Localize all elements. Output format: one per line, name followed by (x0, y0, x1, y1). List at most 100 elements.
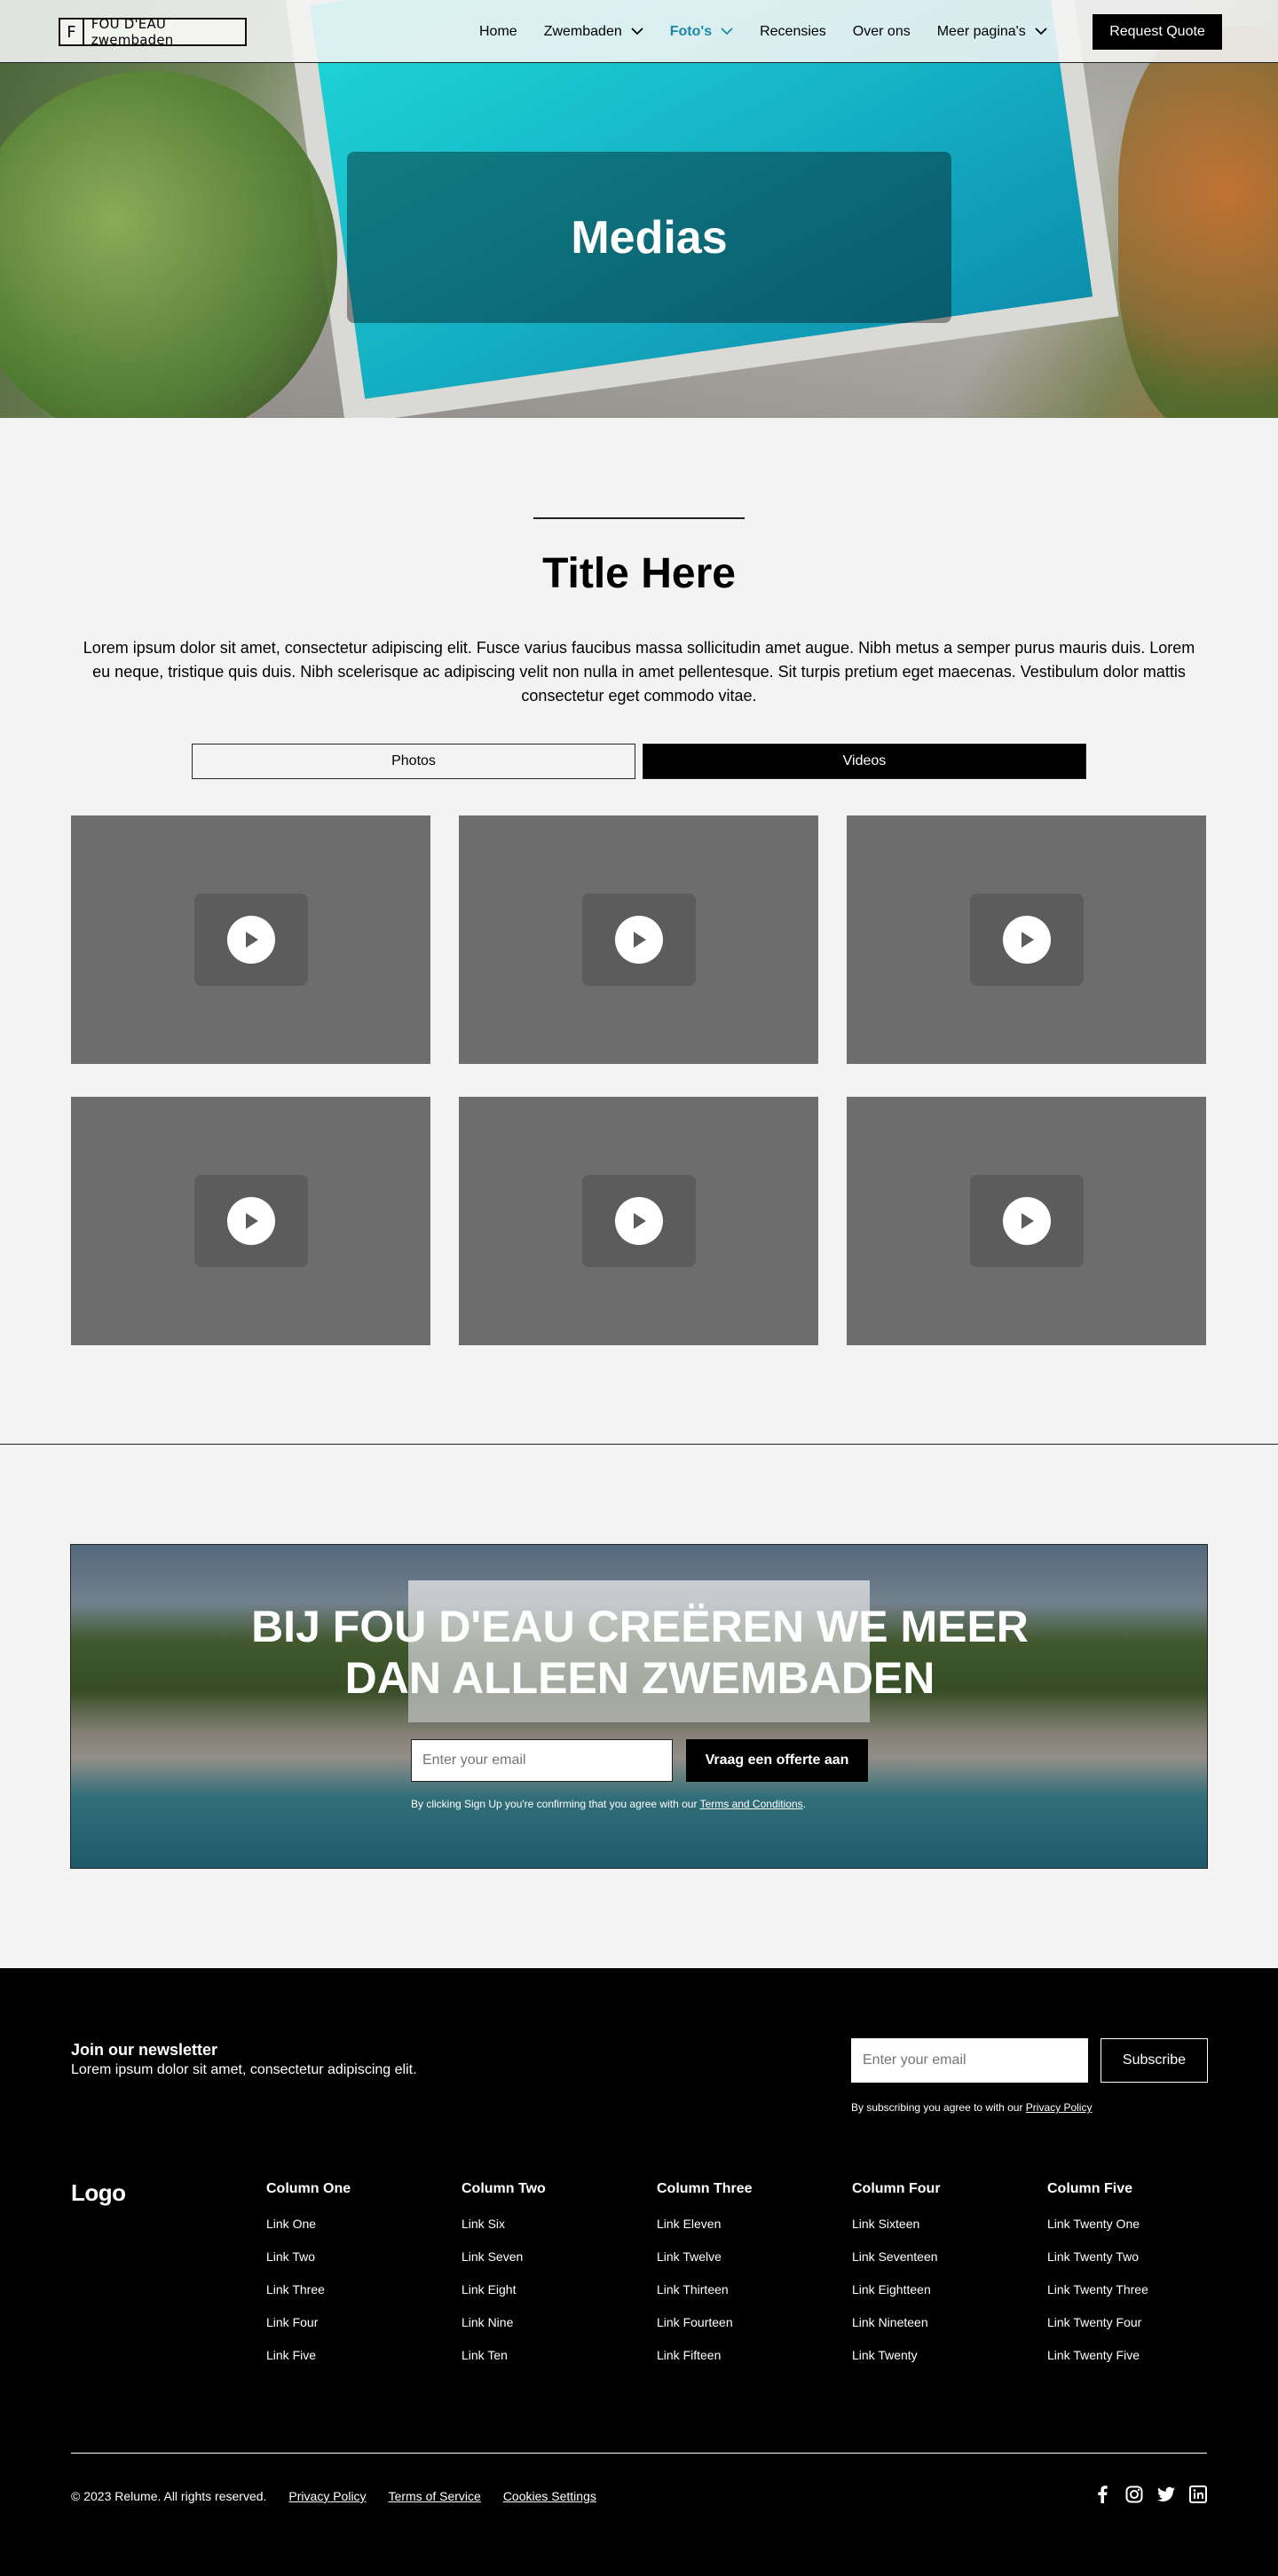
footer-link[interactable]: Link Eight (462, 2282, 639, 2315)
footer-link[interactable]: Link Five (266, 2348, 444, 2381)
nav-item-label: Over ons (852, 23, 911, 39)
copyright: © 2023 Relume. All rights reserved. (71, 2489, 267, 2503)
hero-title: Medias (571, 211, 728, 264)
footer-column-title: Column One (266, 2181, 351, 2196)
title-divider (533, 517, 745, 519)
footer-link[interactable]: Link Twenty Two (1047, 2249, 1225, 2282)
tab-photos[interactable]: Photos (192, 744, 635, 779)
footer-link[interactable]: Link Twenty Five (1047, 2348, 1225, 2381)
footer-link[interactable]: Link Two (266, 2249, 444, 2282)
play-button[interactable] (969, 894, 1084, 986)
section-description: Lorem ipsum dolor sit amet, consectetur … (83, 639, 1195, 705)
logo-mark: F (60, 20, 84, 44)
footer-link[interactable]: Link Eightteen (852, 2282, 1030, 2315)
nav-item-zwembaden[interactable]: Zwembaden (544, 24, 643, 40)
cta-title-line2: DAN ALLEEN ZWEMBADEN (344, 1653, 935, 1703)
footer-link[interactable]: Link One (266, 2217, 444, 2249)
footer-link[interactable]: Link Thirteen (657, 2282, 834, 2315)
footer-link[interactable]: Link Nineteen (852, 2315, 1030, 2348)
nav-item-label: Meer pagina's (936, 23, 1026, 39)
media-tabs: Photos Videos (192, 744, 1086, 779)
footer-column: Column Five Link Twenty One Link Twenty Tw… (1047, 2181, 1225, 2381)
footer-link[interactable]: Link Twenty Four (1047, 2315, 1225, 2348)
video-grid (71, 815, 1207, 1345)
footer-bottom: © 2023 Relume. All rights reserved. Priv… (71, 2489, 596, 2503)
cookies-settings-link[interactable]: Cookies Settings (503, 2489, 596, 2503)
nav-item-meer-pagina-s[interactable]: Meer pagina's (937, 24, 1047, 40)
play-button[interactable] (193, 894, 308, 986)
nav-item-label: Recensies (760, 23, 826, 39)
newsletter-title: Join our newsletter (71, 2041, 218, 2059)
logo-text: FOU D'EAU zwembaden (91, 16, 174, 48)
footer-logo[interactable]: Logo (71, 2179, 126, 2207)
request-offer-button[interactable]: Vraag een offerte aan (686, 1739, 868, 1782)
footer-link[interactable]: Link Ten (462, 2348, 639, 2381)
play-button[interactable] (969, 1175, 1084, 1267)
tab-videos[interactable]: Videos (643, 744, 1086, 779)
cta-note-suffix: . (802, 1798, 806, 1810)
play-icon (614, 916, 663, 964)
footer-link[interactable]: Link Seventeen (852, 2249, 1030, 2282)
footer-link[interactable]: Link Six (462, 2217, 639, 2249)
main-nav: Home Zwembaden Foto's Recensies Over ons Meer… (479, 0, 1074, 63)
nav-item-recensies[interactable]: Recensies (760, 24, 826, 40)
nav-item-home[interactable]: Home (479, 24, 517, 40)
footer-column: Column One Link One Link Two Link Three Link… (266, 2181, 444, 2381)
video-card[interactable] (459, 1097, 818, 1345)
play-button[interactable] (581, 1175, 696, 1267)
instagram-icon[interactable] (1125, 2485, 1143, 2503)
cta-email-input[interactable] (411, 1739, 673, 1782)
chevron-down-icon (622, 24, 643, 40)
footer-link[interactable]: Link Eleven (657, 2217, 834, 2249)
nav-item-label: Zwembaden (543, 23, 622, 39)
nav-item-over-ons[interactable]: Over ons (853, 24, 911, 40)
footer-divider (71, 2453, 1207, 2454)
nav-item-foto-s[interactable]: Foto's (670, 24, 733, 40)
play-icon (226, 1197, 275, 1245)
brand-logo[interactable]: F FOU D'EAU zwembaden (59, 16, 247, 48)
video-card[interactable] (71, 815, 430, 1064)
terms-of-service-link[interactable]: Terms of Service (389, 2489, 481, 2503)
footer-link[interactable]: Link Three (266, 2282, 444, 2315)
footer-link[interactable]: Link Sixteen (852, 2217, 1030, 2249)
newsletter-description: Lorem ipsum dolor sit amet, consectetur … (71, 2062, 417, 2077)
chevron-down-icon (1026, 24, 1047, 40)
video-card[interactable] (847, 815, 1206, 1064)
footer-link[interactable]: Link Twenty (852, 2348, 1030, 2381)
social-links (1093, 2485, 1207, 2503)
request-quote-button[interactable]: Request Quote (1093, 14, 1222, 50)
play-icon (614, 1197, 663, 1245)
footer-link[interactable]: Link Four (266, 2315, 444, 2348)
privacy-policy-footer-link[interactable]: Privacy Policy (288, 2489, 366, 2503)
footer-link[interactable]: Link Twenty One (1047, 2217, 1225, 2249)
facebook-icon[interactable] (1093, 2485, 1111, 2503)
footer-link[interactable]: Link Twelve (657, 2249, 834, 2282)
subscribe-button[interactable]: Subscribe (1100, 2038, 1208, 2083)
play-icon (226, 916, 275, 964)
footer-link[interactable]: Link Fourteen (657, 2315, 834, 2348)
footer: Join our newsletter Lorem ipsum dolor si… (0, 1968, 1278, 2576)
terms-link[interactable]: Terms and Conditions (700, 1798, 803, 1810)
video-card[interactable] (71, 1097, 430, 1345)
newsletter-note-text: By subscribing you agree to with our (851, 2101, 1026, 2114)
video-card[interactable] (459, 815, 818, 1064)
newsletter-email-input[interactable] (851, 2038, 1088, 2083)
nav-item-label: Foto's (669, 23, 713, 39)
footer-link[interactable]: Link Twenty Three (1047, 2282, 1225, 2315)
linkedin-icon[interactable] (1189, 2485, 1207, 2503)
newsletter-note: By subscribing you agree to with our Pri… (851, 2101, 1092, 2114)
privacy-policy-link[interactable]: Privacy Policy (1026, 2101, 1093, 2114)
twitter-icon[interactable] (1157, 2485, 1175, 2503)
footer-column-title: Column Three (657, 2181, 753, 2196)
footer-link[interactable]: Link Nine (462, 2315, 639, 2348)
play-button[interactable] (581, 894, 696, 986)
play-button[interactable] (193, 1175, 308, 1267)
video-card[interactable] (847, 1097, 1206, 1345)
media-section: Title Here Lorem ipsum dolor sit amet, c… (0, 418, 1278, 1445)
footer-link[interactable]: Link Seven (462, 2249, 639, 2282)
cta-note-text: By clicking Sign Up you're confirming th… (411, 1798, 700, 1810)
cta-terms-note: By clicking Sign Up you're confirming th… (411, 1798, 806, 1810)
footer-link[interactable]: Link Fifteen (657, 2348, 834, 2381)
play-icon (1002, 1197, 1051, 1245)
navbar: F FOU D'EAU zwembaden Home Zwembaden Foto'… (0, 0, 1278, 63)
